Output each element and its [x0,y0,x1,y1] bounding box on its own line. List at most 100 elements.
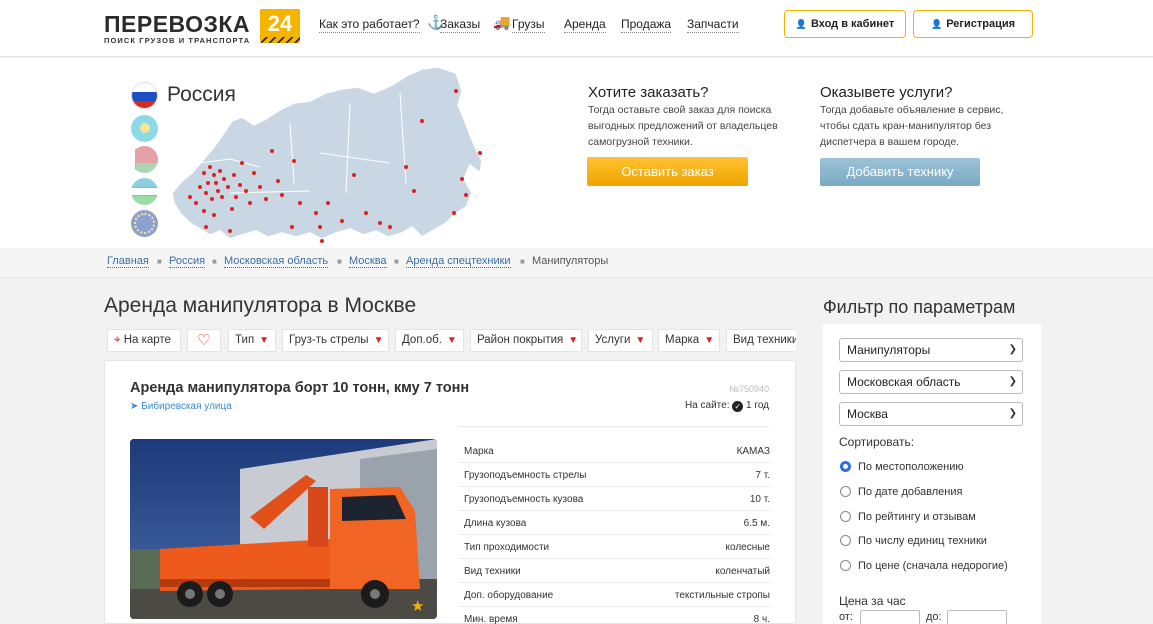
spec-value: КАМАЗ [736,446,770,457]
nav-orders[interactable]: Заказы [440,17,481,33]
place-order-button[interactable]: Оставить заказ [587,157,748,186]
price-from-label: от: [839,611,853,623]
listing-on-site: На сайте: ✓ 1 год [685,400,769,412]
nav-sale[interactable]: Продажа [621,17,672,33]
price-label: Цена за час [839,594,906,608]
spec-row: Грузоподъемность стрелы 7 т. [459,463,770,487]
sort-by-units[interactable]: По числу единиц техники [840,535,987,547]
user-icon: 👤 [795,19,807,29]
filter-boom-capacity[interactable]: Груз-ть стрелы ▼ [282,329,389,352]
spec-key: Длина кузова [464,518,527,529]
select-value: Московская область [847,375,961,389]
register-button[interactable]: 👤 Регистрация [913,10,1033,38]
filter-coverage-area[interactable]: Район покрытия ▼ [470,329,582,352]
select-value: Москва [847,407,888,421]
filter-panel: Манипуляторы ❯ Московская область ❯ Москва… [823,324,1041,624]
spec-value: текстильные стропы [674,590,770,601]
spec-row: Грузоподъемность кузова 10 т. [459,487,770,511]
breadcrumb-separator: ■ [337,257,342,266]
radio-icon [840,535,851,546]
filter-type[interactable]: Тип ▼ [228,329,276,352]
login-label: Вход в кабинет [810,18,895,30]
spec-row: Вид техники коленчатый [459,559,770,583]
sort-by-date[interactable]: По дате добавления [840,486,962,498]
spec-value: колесные [725,542,771,553]
filter-services[interactable]: Услуги ▼ [588,329,653,352]
filter-extra-equipment[interactable]: Доп.об. ▼ [395,329,464,352]
sort-option-label: По местоположению [858,461,964,473]
nav-parts[interactable]: Запчасти [687,17,739,33]
chevron-down-icon: ❯ [1008,376,1017,387]
filter-equipment-kind[interactable]: Вид техники [726,329,796,352]
truck-icon: 🚚 [493,14,511,30]
flag-belarus-icon[interactable] [131,146,158,173]
spec-key: Грузоподъемность стрелы [464,470,587,481]
chevron-down-icon: ❯ [1008,408,1017,419]
add-equipment-button[interactable]: Добавить технику [820,158,980,186]
nav-how-it-works[interactable]: Как это работает? [319,17,420,33]
radio-icon [840,486,851,497]
city-select[interactable]: Москва ❯ [839,402,1023,426]
star-icon[interactable]: ★ [411,597,424,615]
price-to-input[interactable] [947,610,1007,624]
filter-label: На карте [123,334,171,346]
sort-label: Сортировать: [839,435,915,449]
filter-on-map[interactable]: ⌖ На карте [107,329,181,352]
nav-cargo[interactable]: Грузы [512,17,545,33]
spec-key: Мин. время [464,614,518,624]
listing-photo[interactable]: ★ [130,439,437,619]
listing-title[interactable]: Аренда манипулятора борт 10 тонн, кму 7 … [130,380,469,396]
spec-key: Марка [464,446,494,457]
nav-rent[interactable]: Аренда [564,17,606,33]
spec-value: 6.5 м. [743,518,770,529]
filter-brand[interactable]: Марка ▼ [658,329,720,352]
logo-text: ПЕРЕВОЗКА [104,11,251,37]
spec-value: 8 ч. [753,614,770,624]
radio-icon [840,511,851,522]
chevron-down-icon: ▼ [446,335,457,346]
divider [459,426,769,427]
navigation-arrow-icon: ➤ [130,401,139,412]
filter-label: Услуги [595,334,631,346]
login-button[interactable]: 👤 Вход в кабинет [784,10,906,38]
radio-icon [840,560,851,571]
breadcrumb-russia[interactable]: Россия [169,255,206,268]
filter-label: Район покрытия [477,334,564,346]
price-from-input[interactable] [860,610,920,624]
sort-by-location[interactable]: По местоположению [840,461,964,473]
category-select[interactable]: Манипуляторы ❯ [839,338,1023,362]
breadcrumb-rental[interactable]: Аренда спецтехники [406,255,511,268]
site-logo[interactable]: ПЕРЕВОЗКА 24 ПОИСК ГРУЗОВ И ТРАНСПОРТА [104,9,300,45]
spec-key: Тип проходимости [464,542,550,553]
breadcrumb-moscow[interactable]: Москва [349,255,387,268]
flag-kazakhstan-icon[interactable] [131,115,158,142]
flag-uzbekistan-icon[interactable] [131,178,158,205]
russia-map[interactable] [170,63,490,245]
spec-value: коленчатый [715,566,770,577]
location-text: Бибиревская улица [141,401,232,412]
breadcrumb: Главная ■ Россия ■ Московская область ■ … [0,248,1153,278]
spec-row: Марка КАМАЗ [459,439,770,463]
flag-russia-icon[interactable] [131,82,158,109]
region-select[interactable]: Московская область ❯ [839,370,1023,394]
spec-key: Вид техники [464,566,521,577]
breadcrumb-moscow-region[interactable]: Московская область [224,255,329,268]
sort-by-price[interactable]: По цене (сначала недорогие) [840,560,1008,572]
site-header: ПЕРЕВОЗКА 24 ПОИСК ГРУЗОВ И ТРАНСПОРТА К… [0,0,1153,57]
listing-location[interactable]: ➤ Бибиревская улица [130,401,232,412]
breadcrumb-separator: ■ [212,257,217,266]
sort-by-rating[interactable]: По рейтингу и отзывам [840,511,976,523]
favorites-heart-icon[interactable]: ♡ [187,329,221,352]
listing-card[interactable]: Аренда манипулятора борт 10 тонн, кму 7 … [104,360,796,624]
select-value: Манипуляторы [847,343,931,357]
sort-option-label: По рейтингу и отзывам [858,511,976,523]
chevron-down-icon: ▼ [635,335,646,346]
verified-check-icon: ✓ [732,401,744,412]
chevron-down-icon: ▼ [259,335,270,346]
breadcrumb-home[interactable]: Главная [107,255,149,268]
offer-text: Тогда добавьте объявление в сервис, чтоб… [820,104,1004,148]
filter-label: Марка [665,334,700,346]
order-title: Хотите заказать? [588,84,709,101]
flag-eu-icon[interactable] [131,210,158,237]
breadcrumb-current: Манипуляторы [532,255,609,267]
